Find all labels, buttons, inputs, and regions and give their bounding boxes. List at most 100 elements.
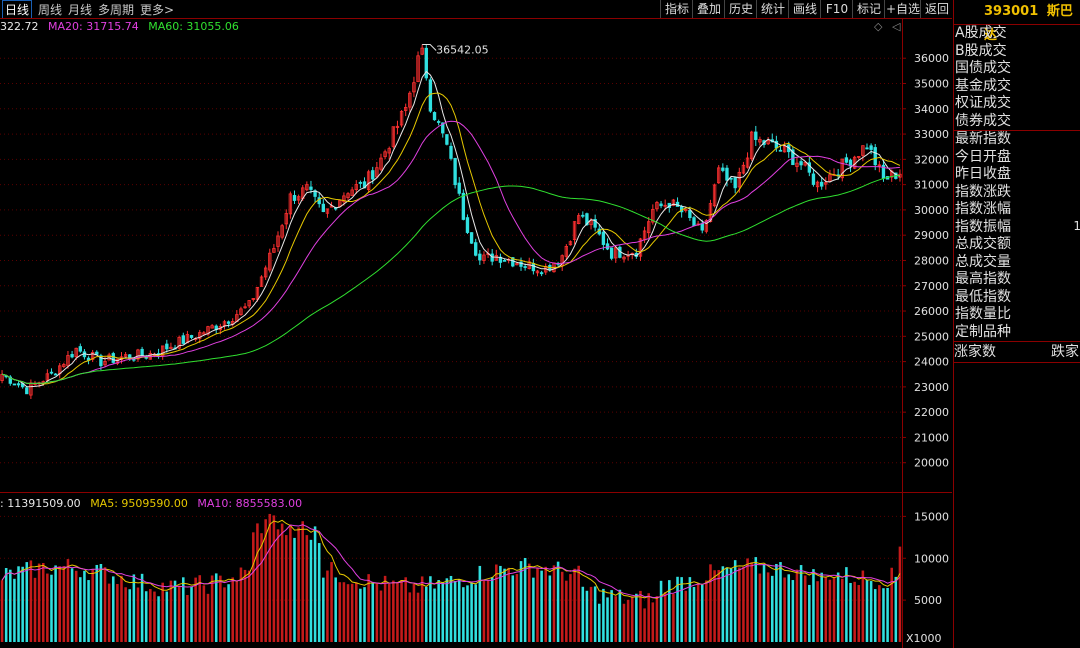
volume-bar	[338, 582, 342, 642]
period-month[interactable]: 月线	[68, 1, 92, 18]
volume-bar	[25, 562, 29, 642]
volume-bar	[457, 579, 461, 642]
volume-bar	[766, 572, 770, 642]
volume-bar	[136, 587, 140, 642]
volume-bar	[820, 572, 823, 642]
volume-bar	[272, 515, 276, 642]
stat-item: 最高指数	[955, 271, 1011, 287]
volume-bar	[878, 585, 881, 642]
volume-bar	[610, 590, 613, 642]
price-tick-label: 22000	[914, 406, 949, 419]
volume-bar	[132, 574, 136, 642]
volume-bar	[309, 539, 313, 642]
volume-bar	[548, 575, 552, 642]
volume-bar	[95, 564, 99, 642]
volume-bar	[787, 574, 791, 642]
price-tick-label: 23000	[914, 381, 949, 394]
mark-button[interactable]: 标记	[852, 0, 885, 18]
period-more[interactable]: 更多>	[140, 1, 174, 18]
peak-label: 36542.05	[436, 44, 489, 57]
volume-bar	[37, 563, 41, 642]
volume-bar	[62, 566, 66, 642]
volume-bar	[626, 599, 630, 642]
candle-body	[140, 348, 144, 356]
history-button[interactable]: 历史	[724, 0, 757, 18]
volume-bar	[569, 574, 572, 642]
candle-body	[445, 134, 449, 145]
volume-bar	[581, 586, 585, 642]
volume-bar	[260, 533, 263, 642]
volume-bar	[190, 586, 193, 642]
price-tick-label: 25000	[914, 330, 949, 343]
candle-body	[811, 173, 816, 185]
volume-bar	[66, 559, 70, 642]
volume-bar	[367, 574, 370, 642]
volume-bar	[486, 580, 490, 642]
volume-bar	[898, 546, 902, 642]
back-button[interactable]: 返回	[920, 0, 953, 18]
turnover-item: 国债成交	[955, 60, 1011, 76]
volume-bar	[400, 580, 403, 642]
volume-bar	[651, 602, 655, 642]
right-panel: 393001 斯巴达 A股成交 B股成交 国债成交 基金成交 权证成交 债券成交 最新指数…	[953, 0, 1080, 648]
f10-button[interactable]: F10	[820, 0, 853, 18]
volume-bar	[544, 566, 548, 642]
volume-unit-label: X1000	[906, 632, 942, 645]
candle-body	[132, 358, 136, 361]
stat-item: 最低指数	[955, 288, 1011, 305]
volume-bar	[466, 585, 469, 642]
candle-body	[321, 203, 325, 213]
volume-bar	[643, 608, 646, 642]
candle-body	[490, 253, 494, 262]
volume-bar	[412, 583, 416, 642]
volume-bar	[252, 532, 255, 642]
volume-bar	[540, 570, 543, 642]
volume-bar	[297, 527, 300, 642]
volume-bar	[194, 577, 197, 642]
volume-bar	[853, 581, 856, 642]
volume-bar	[29, 560, 33, 642]
volume-bar	[729, 568, 733, 642]
candle-body	[799, 161, 803, 166]
stats-button[interactable]: 统计	[756, 0, 789, 18]
add-favorite-button[interactable]: +自选	[884, 0, 921, 18]
volume-bar	[618, 589, 622, 642]
amplitude-value: 1	[1073, 218, 1080, 233]
volume-bar	[173, 580, 177, 642]
volume-bar	[828, 579, 832, 642]
draw-button[interactable]: 画线	[788, 0, 821, 18]
kline-chart[interactable]: 20000 21000 22000 23000 24000 25000 26000 27000…	[0, 18, 952, 648]
volume-bar	[750, 562, 753, 642]
price-tick-label: 20000	[914, 457, 949, 470]
volume-bar	[742, 566, 745, 642]
volume-bar	[429, 576, 432, 642]
volume-bar	[519, 561, 523, 642]
volume-bar	[235, 581, 239, 642]
volume-bar	[54, 565, 57, 642]
volume-bar	[41, 563, 45, 642]
volume-bar	[383, 575, 387, 642]
period-multi[interactable]: 多周期	[98, 1, 134, 18]
volume-bar	[445, 578, 449, 642]
volume-bar	[511, 575, 515, 642]
period-week[interactable]: 周线	[38, 1, 62, 18]
price-tick-label: 28000	[914, 254, 949, 267]
index-stats-group: 最新指数 今日开盘 昨日收盘 指数涨跌 指数涨幅 指数振幅 1 总成交额 总成交量 最高指数 最低指…	[954, 131, 1080, 341]
indicator-button[interactable]: 指标	[660, 0, 693, 18]
stat-item: 昨日收盘	[955, 166, 1011, 182]
volume-bar	[416, 592, 420, 642]
candle-body	[309, 186, 313, 190]
candle-body	[609, 247, 614, 259]
volume-bar	[725, 567, 729, 642]
candle-body	[189, 335, 194, 338]
candle-body	[531, 263, 536, 272]
volume-bar	[326, 570, 329, 642]
overlay-button[interactable]: 叠加	[692, 0, 725, 18]
candle-body	[469, 232, 474, 244]
period-day[interactable]: 日线	[2, 0, 33, 19]
volume-bar	[210, 575, 214, 642]
volume-bar	[17, 566, 20, 642]
stat-item: 最新指数	[955, 131, 1011, 147]
candle-body	[449, 145, 453, 159]
candle-body	[539, 272, 544, 275]
